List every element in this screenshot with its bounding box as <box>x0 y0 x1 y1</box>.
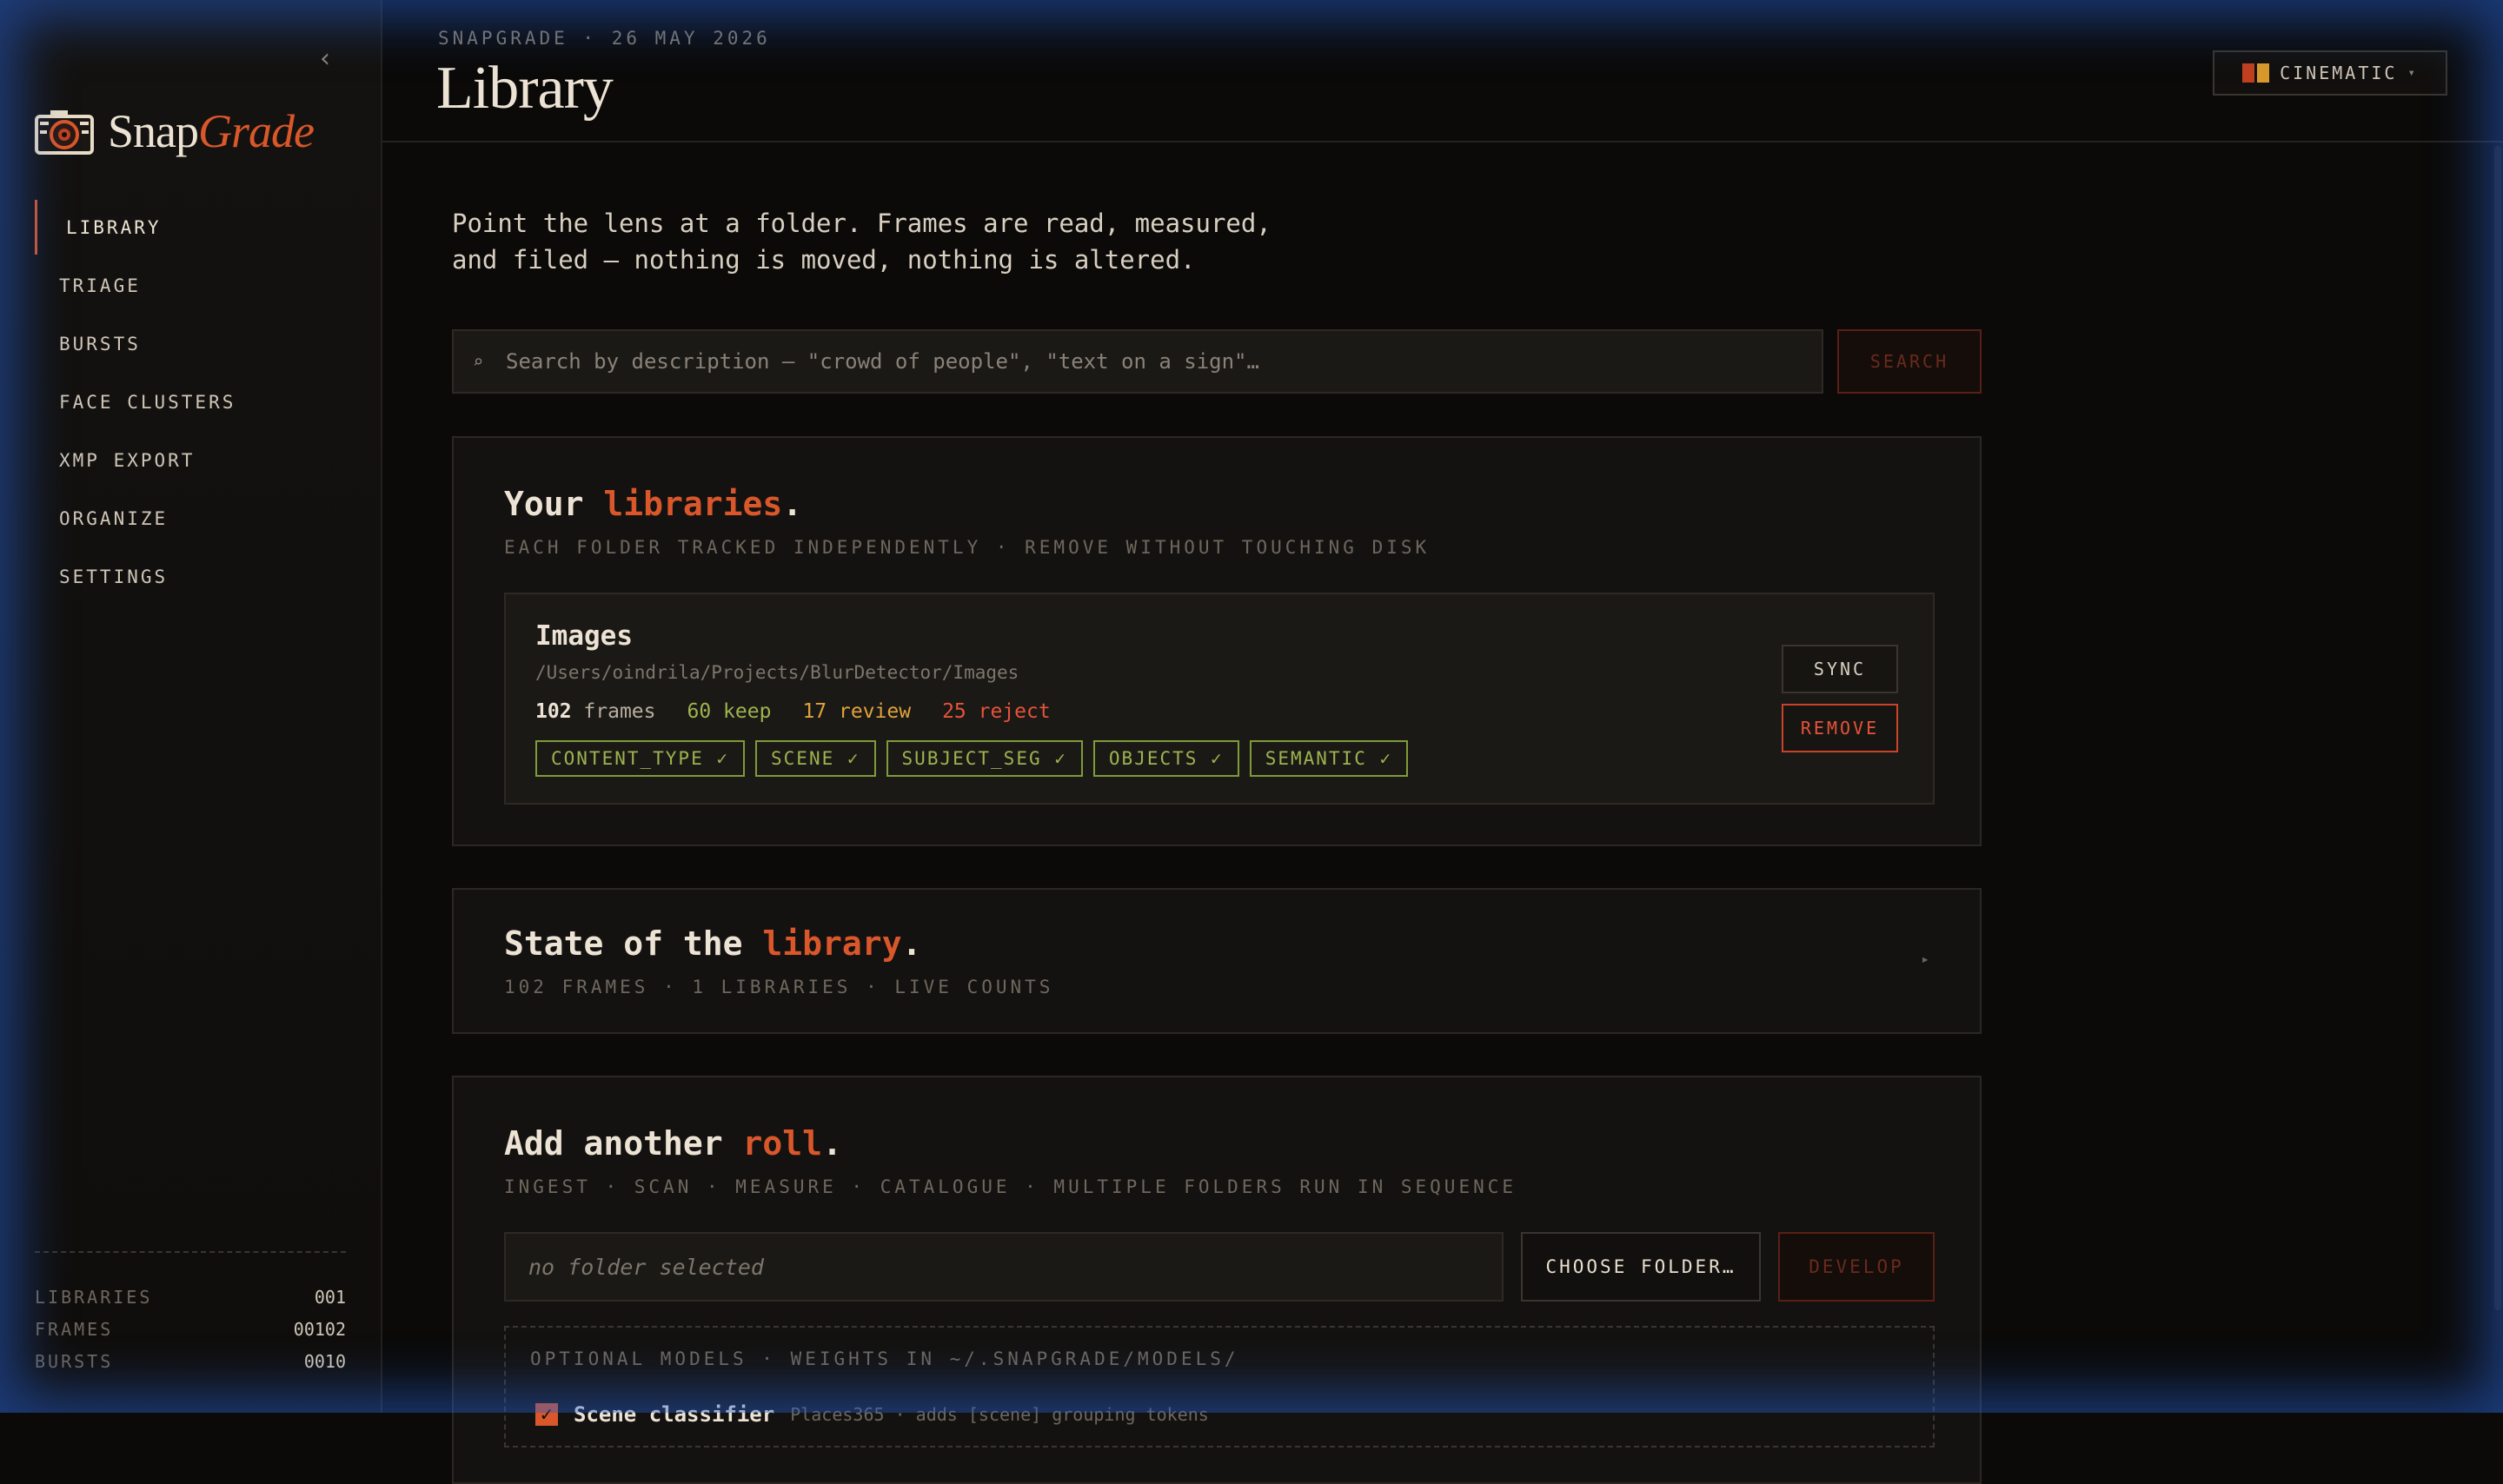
theme-label: CINEMATIC <box>2280 63 2398 83</box>
search-icon: ⌕ <box>473 351 484 372</box>
sidebar-item-library[interactable]: LIBRARY <box>35 198 348 256</box>
library-item: Images /Users/oindrila/Projects/BlurDete… <box>504 593 1935 805</box>
expand-icon[interactable]: ▸ <box>1921 951 1929 967</box>
stat-value: 001 <box>314 1286 346 1308</box>
stat-label: LIBRARIES <box>35 1286 153 1308</box>
card-title: Add another roll. <box>504 1124 842 1163</box>
stat-value: 00102 <box>293 1318 346 1340</box>
stat-libraries: LIBRARIES 001 <box>35 1281 346 1313</box>
analysis-tags: CONTENT_TYPE ✓ SCENE ✓ SUBJECT_SEG ✓ OBJ… <box>535 740 1409 777</box>
library-counts: 102 frames 60 keep 17 review 25 reject <box>535 700 1051 723</box>
sidebar-nav: LIBRARY TRIAGE BURSTS FACE CLUSTERS XMP … <box>35 198 348 606</box>
develop-button[interactable]: DEVELOP <box>1778 1232 1935 1302</box>
model-name: Scene classifier <box>574 1402 775 1427</box>
sidebar: ‹ SnapGrade LIBRARY TRIAGE BURSTS FACE C… <box>0 0 382 1413</box>
tag-objects: OBJECTS ✓ <box>1092 740 1239 777</box>
sidebar-item-face-clusters[interactable]: FACE CLUSTERS <box>35 373 348 431</box>
library-name: Images <box>535 620 633 652</box>
folder-row: no folder selected CHOOSE FOLDER… DEVELO… <box>504 1232 1935 1302</box>
libraries-card: Your libraries. EACH FOLDER TRACKED INDE… <box>452 436 1982 846</box>
sidebar-item-organize[interactable]: ORGANIZE <box>35 489 348 547</box>
card-subtitle: INGEST · SCAN · MEASURE · CATALOGUE · MU… <box>504 1176 1517 1197</box>
optional-models: OPTIONAL MODELS · WEIGHTS IN ~/.SNAPGRAD… <box>504 1326 1935 1448</box>
tag-scene: SCENE ✓ <box>755 740 876 777</box>
model-option[interactable]: ✓ Scene classifier Places365 · adds [sce… <box>535 1402 1209 1427</box>
tag-content-type: CONTENT_TYPE ✓ <box>535 740 746 777</box>
stat-label: FRAMES <box>35 1318 114 1340</box>
library-path: /Users/oindrila/Projects/BlurDetector/Im… <box>535 662 1019 683</box>
tag-subject-seg: SUBJECT_SEG ✓ <box>886 740 1083 777</box>
scrollbar-thumb[interactable] <box>2494 146 2501 1310</box>
chevron-down-icon: ▾ <box>2407 66 2418 80</box>
page-header: SNAPGRADE · 26 MAY 2026 Library CINEMATI… <box>382 0 2503 142</box>
collapse-sidebar-icon[interactable]: ‹ <box>315 46 335 72</box>
search-box[interactable]: ⌕ <box>452 329 1823 394</box>
page-title: Library <box>436 55 614 122</box>
count-frames: 102 frames <box>535 700 656 723</box>
stat-frames: FRAMES 00102 <box>35 1313 346 1345</box>
tag-semantic: SEMANTIC ✓ <box>1249 740 1409 777</box>
sync-button[interactable]: SYNC <box>1782 645 1898 693</box>
folder-path-field[interactable]: no folder selected <box>504 1232 1504 1302</box>
sidebar-divider <box>35 1251 346 1253</box>
model-description: Places365 · adds [scene] grouping tokens <box>790 1404 1209 1425</box>
count-review: 17 review <box>802 700 912 723</box>
sidebar-stats: LIBRARIES 001 FRAMES 00102 BURSTS 0010 <box>35 1281 346 1377</box>
brand-wordmark: SnapGrade <box>108 105 315 157</box>
card-subtitle: 102 FRAMES · 1 LIBRARIES · LIVE COUNTS <box>504 977 1054 997</box>
main-scrollbar[interactable] <box>2493 142 2503 1413</box>
choose-folder-button[interactable]: CHOOSE FOLDER… <box>1521 1232 1761 1302</box>
card-title: Your libraries. <box>504 485 803 523</box>
intro-text: Point the lens at a folder. Frames are r… <box>452 205 1408 278</box>
sidebar-item-triage[interactable]: TRIAGE <box>35 256 348 315</box>
models-heading: OPTIONAL MODELS · WEIGHTS IN ~/.SNAPGRAD… <box>530 1348 1239 1369</box>
stat-value: 0010 <box>303 1350 346 1372</box>
count-reject: 25 reject <box>942 700 1051 723</box>
checkbox-checked-icon[interactable]: ✓ <box>535 1403 558 1426</box>
sidebar-item-settings[interactable]: SETTINGS <box>35 547 348 606</box>
page-eyebrow: SNAPGRADE · 26 MAY 2026 <box>438 28 771 49</box>
theme-swatch-icon <box>2242 63 2270 83</box>
intro-line: Point the lens at a folder. Frames are r… <box>452 209 1271 238</box>
add-roll-card: Add another roll. INGEST · SCAN · MEASUR… <box>452 1076 1982 1484</box>
stat-bursts: BURSTS 0010 <box>35 1345 346 1377</box>
count-keep: 60 keep <box>687 700 772 723</box>
brand[interactable]: SnapGrade <box>35 103 315 160</box>
search-button[interactable]: SEARCH <box>1837 329 1982 394</box>
search-row: ⌕ SEARCH <box>452 329 1982 394</box>
search-input[interactable] <box>504 348 1822 374</box>
stat-label: BURSTS <box>35 1350 114 1372</box>
card-title: State of the library. <box>504 924 922 963</box>
state-card[interactable]: State of the library. 102 FRAMES · 1 LIB… <box>452 888 1982 1034</box>
remove-button[interactable]: REMOVE <box>1782 704 1898 752</box>
intro-line: and filed — nothing is moved, nothing is… <box>452 245 1196 275</box>
sidebar-item-xmp-export[interactable]: XMP EXPORT <box>35 431 348 489</box>
camera-logo-icon <box>35 110 94 155</box>
theme-select[interactable]: CINEMATIC ▾ <box>2213 50 2447 96</box>
sidebar-item-bursts[interactable]: BURSTS <box>35 315 348 373</box>
card-subtitle: EACH FOLDER TRACKED INDEPENDENTLY · REMO… <box>504 537 1431 558</box>
